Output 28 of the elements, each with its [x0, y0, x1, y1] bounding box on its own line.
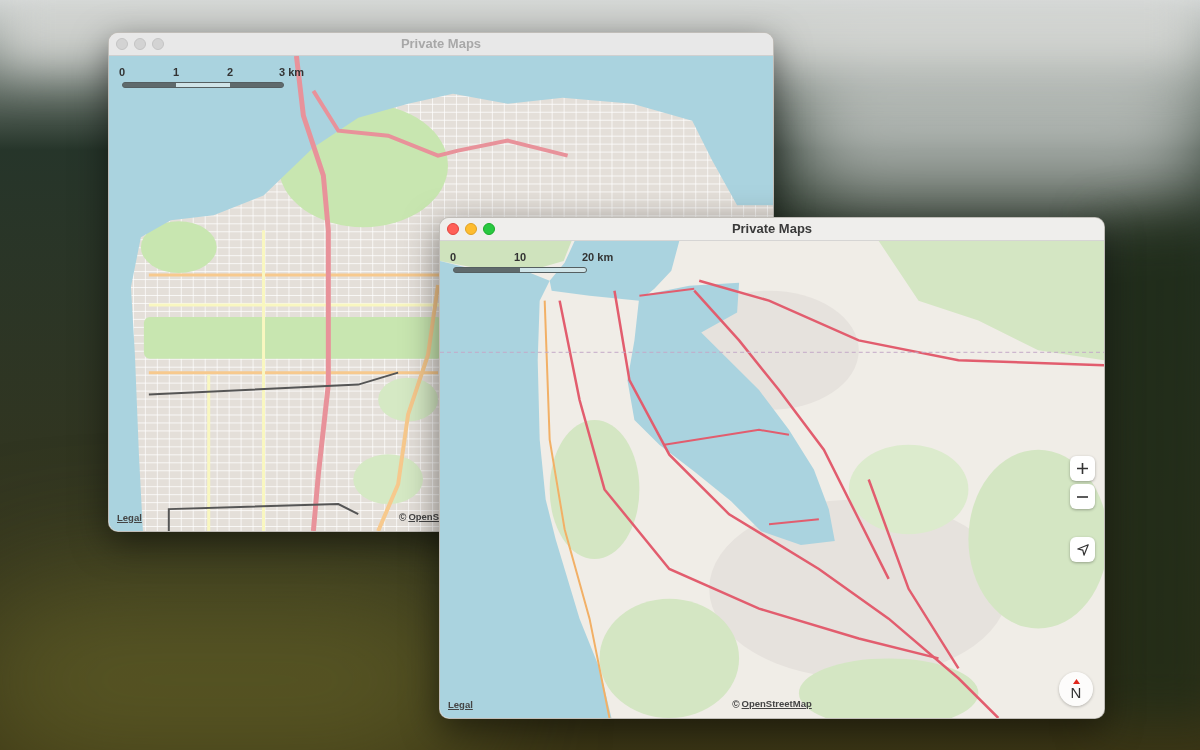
zoom-out-button[interactable]	[1070, 484, 1095, 509]
scale-label: 20 km	[582, 251, 614, 264]
locate-button[interactable]	[1070, 537, 1095, 562]
window-title: Private Maps	[400, 35, 482, 54]
location-arrow-icon	[1076, 543, 1089, 556]
scale-label: 1	[172, 66, 180, 79]
scale-label: 2	[226, 66, 234, 79]
fullscreen-button[interactable]	[483, 223, 495, 235]
close-button[interactable]	[116, 38, 128, 50]
fullscreen-button[interactable]	[152, 38, 164, 50]
minus-icon	[1077, 495, 1088, 498]
minimize-button[interactable]	[465, 223, 477, 235]
scale-label: 3 km	[279, 66, 305, 79]
window-title: Private Maps	[731, 220, 813, 239]
copyright-sign: ©	[399, 511, 407, 525]
copyright-sign: ©	[732, 698, 740, 712]
minimize-button[interactable]	[134, 38, 146, 50]
legal-link[interactable]: Legal	[448, 697, 473, 712]
zoom-in-button[interactable]	[1070, 456, 1095, 481]
scale-label: 10	[513, 251, 527, 264]
legal-link[interactable]: Legal	[117, 510, 142, 525]
attribution-link[interactable]: OpenS	[408, 510, 439, 525]
attribution-link[interactable]: OpenStreetMap	[741, 697, 812, 712]
scale-label: 0	[118, 66, 126, 79]
scale-label: 0	[449, 251, 457, 264]
close-button[interactable]	[447, 223, 459, 235]
plus-icon	[1077, 463, 1088, 474]
north-pointer-icon	[1072, 678, 1080, 684]
